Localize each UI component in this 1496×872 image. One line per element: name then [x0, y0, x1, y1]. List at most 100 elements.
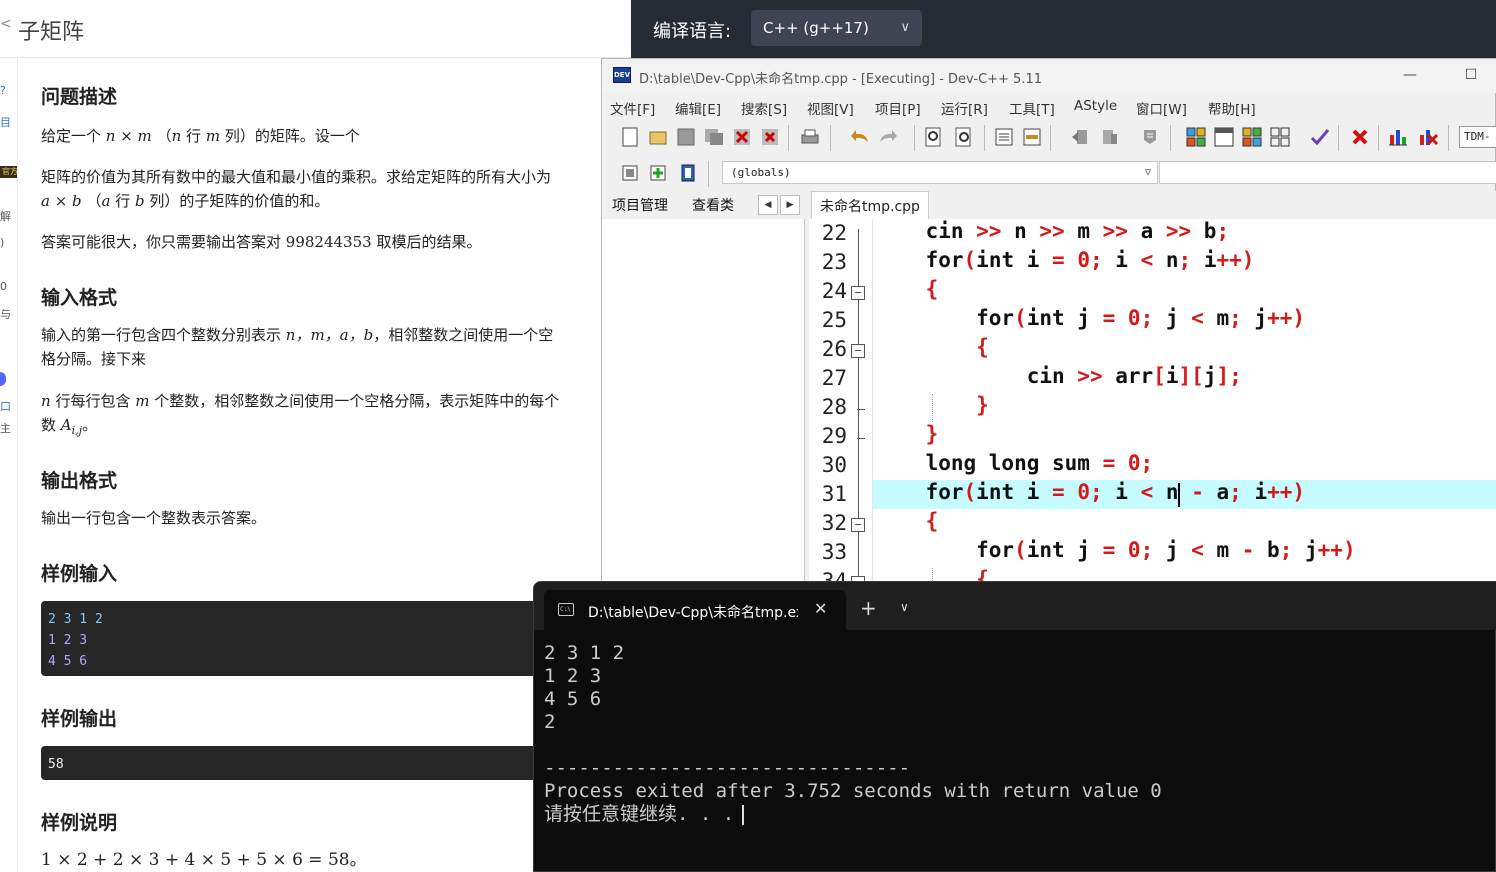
text: 。: [82, 416, 98, 434]
back-arrow-icon[interactable]: <: [0, 16, 12, 32]
toolbar-separator: [1050, 125, 1051, 151]
find-icon[interactable]: [922, 125, 946, 149]
maximize-button[interactable]: ☐: [1459, 63, 1483, 87]
language-select[interactable]: C++ (g++17) ∨: [751, 10, 922, 46]
new-tab-button[interactable]: +: [860, 598, 877, 618]
scope-select[interactable]: (globals) ▽: [722, 161, 1158, 184]
sample-output-box[interactable]: 58: [41, 746, 551, 780]
line-number: 30: [821, 453, 847, 477]
code-line: cin >> n >> m >> a >> b;: [875, 219, 1230, 243]
class-browser-icon[interactable]: [618, 161, 642, 185]
close-file-icon[interactable]: [730, 125, 754, 149]
toolbar-separator: [830, 125, 831, 151]
compile-icon[interactable]: [1184, 125, 1208, 149]
rail-glyph: 主: [0, 422, 11, 435]
close-all-icon[interactable]: [758, 125, 782, 149]
print-icon[interactable]: [798, 125, 822, 149]
code-line: cin >> arr[i][j];: [875, 364, 1242, 388]
left-rail: ? 目 官方 解 ) 0 与 口 主: [0, 58, 18, 872]
rebuild-all-icon[interactable]: [1268, 125, 1292, 149]
rail-glyph[interactable]: 口: [0, 398, 11, 414]
chevron-down-icon[interactable]: ∨: [900, 600, 909, 614]
scope-selected-value: (globals): [731, 166, 791, 179]
math: m: [135, 392, 150, 410]
rail-glyph: 与: [0, 308, 11, 321]
terminal-cursor: [742, 804, 745, 825]
menu-edit[interactable]: 编辑[E]: [675, 98, 721, 118]
chart-icon[interactable]: [1386, 125, 1410, 149]
math: A: [60, 416, 72, 434]
menu-astyle[interactable]: AStyle: [1074, 98, 1117, 114]
close-icon[interactable]: ✕: [814, 599, 827, 618]
menu-help[interactable]: 帮助[H]: [1208, 98, 1256, 118]
line-number: 27: [821, 366, 847, 390]
math: n: [171, 127, 182, 145]
bookmark-next-icon[interactable]: [1098, 125, 1122, 149]
menu-search[interactable]: 搜索[S]: [741, 98, 787, 118]
menu-window[interactable]: 窗口[W]: [1136, 98, 1187, 118]
code-line: {: [925, 277, 939, 301]
chevron-right-icon[interactable]: ▶: [780, 195, 800, 215]
code-line-current: for(int i = 0; i < n - a; i++): [873, 480, 1496, 509]
run-icon[interactable]: [1212, 125, 1236, 149]
terminal-line: 2: [544, 711, 556, 733]
code-line: {: [925, 509, 939, 533]
delete-profile-icon[interactable]: [1416, 125, 1440, 149]
menu-project[interactable]: 项目[P]: [875, 98, 921, 118]
rail-dot-icon[interactable]: [0, 372, 6, 386]
code-line: }: [976, 393, 989, 417]
devcpp-titlebar[interactable]: DEV D:\table\Dev-Cpp\未命名tmp.cpp - [Execu…: [602, 59, 1496, 93]
section-heading-sample-input: 样例输入: [41, 563, 118, 585]
terminal-window[interactable]: C:\ D:\table\Dev-Cpp\未命名tmp.exe ✕ + ∨ 2 …: [533, 581, 1496, 872]
line-number: 29: [821, 424, 847, 448]
rail-glyph[interactable]: ?: [0, 84, 6, 97]
toggle-comment-icon[interactable]: [1138, 125, 1162, 149]
unindent-icon[interactable]: [1020, 125, 1044, 149]
menu-tools[interactable]: 工具[T]: [1009, 98, 1055, 118]
tab-project-manager[interactable]: 项目管理: [612, 195, 668, 215]
editor-tab-file[interactable]: 未命名tmp.cpp: [811, 191, 929, 219]
code-editor[interactable]: 22 23 24 − 25 26 − 27 28 29 30 31 32 − 3…: [809, 219, 1496, 599]
description-paragraph-3: 答案可能很大，你只需要输出答案对 998244353 取模后的结果。: [41, 230, 591, 254]
menu-view[interactable]: 视图[V]: [807, 98, 854, 118]
line-number: 33: [821, 540, 847, 564]
save-icon[interactable]: [674, 125, 698, 149]
menu-file[interactable]: 文件[F]: [610, 98, 655, 118]
function-select[interactable]: [1159, 161, 1496, 184]
insert-icon[interactable]: [646, 161, 670, 185]
redo-icon[interactable]: [876, 125, 900, 149]
open-folder-icon[interactable]: [646, 125, 670, 149]
description-paragraph-2: 矩阵的价值为其所有数中的最大值和最小值的乘积。求给定矩阵的所有大小为 a × b…: [41, 165, 591, 213]
menu-run[interactable]: 运行[R]: [941, 98, 988, 118]
terminal-line: --------------------------------: [544, 757, 911, 779]
compiler-select[interactable]: TDM-: [1459, 126, 1496, 148]
tab-class-view[interactable]: 查看类: [692, 195, 734, 215]
undo-icon[interactable]: [848, 125, 872, 149]
terminal-tabbar: C:\ D:\table\Dev-Cpp\未命名tmp.exe ✕ + ∨: [534, 582, 1496, 630]
sample-input-box[interactable]: 2 3 1 2 1 2 3 4 5 6: [41, 601, 551, 676]
text: 矩阵的价值为其所有数中的最大值和最小值的乘积。求给定矩阵的所有大小为: [41, 168, 552, 186]
stop-execution-icon[interactable]: [1348, 125, 1372, 149]
fold-toggle-icon[interactable]: −: [851, 344, 865, 358]
compile-run-icon[interactable]: [1240, 125, 1264, 149]
text: 输入的第一行包含四个整数分别表示: [41, 326, 282, 344]
official-badge[interactable]: 官方: [0, 166, 17, 178]
toolbar-separator: [1378, 125, 1379, 151]
bookmark-prev-icon[interactable]: [1068, 125, 1092, 149]
fold-toggle-icon[interactable]: −: [851, 518, 865, 532]
new-file-icon[interactable]: [618, 125, 642, 149]
input-paragraph-1: 输入的第一行包含四个整数分别表示 n，m，a，b，相邻整数之间使用一个空 格分隔…: [41, 323, 591, 371]
indent-icon[interactable]: [992, 125, 1016, 149]
terminal-output[interactable]: 2 3 1 21 2 34 5 6 2 ----------------------…: [544, 642, 1484, 826]
terminal-tab[interactable]: C:\ D:\table\Dev-Cpp\未命名tmp.exe ✕: [544, 590, 846, 630]
minimize-button[interactable]: —: [1398, 63, 1422, 87]
rail-glyph[interactable]: 目: [0, 114, 11, 130]
chevron-left-icon[interactable]: ◀: [758, 195, 778, 215]
goto-icon[interactable]: [676, 161, 700, 185]
save-all-icon[interactable]: [702, 125, 726, 149]
replace-icon[interactable]: [952, 125, 976, 149]
syntax-check-icon[interactable]: [1308, 125, 1332, 149]
fold-toggle-icon[interactable]: −: [851, 286, 865, 300]
math-subscript: i,j: [71, 424, 83, 437]
line: 输入的第一行包含四个整数分别表示 n，m，a，b，相邻整数之间使用一个空: [41, 323, 591, 347]
